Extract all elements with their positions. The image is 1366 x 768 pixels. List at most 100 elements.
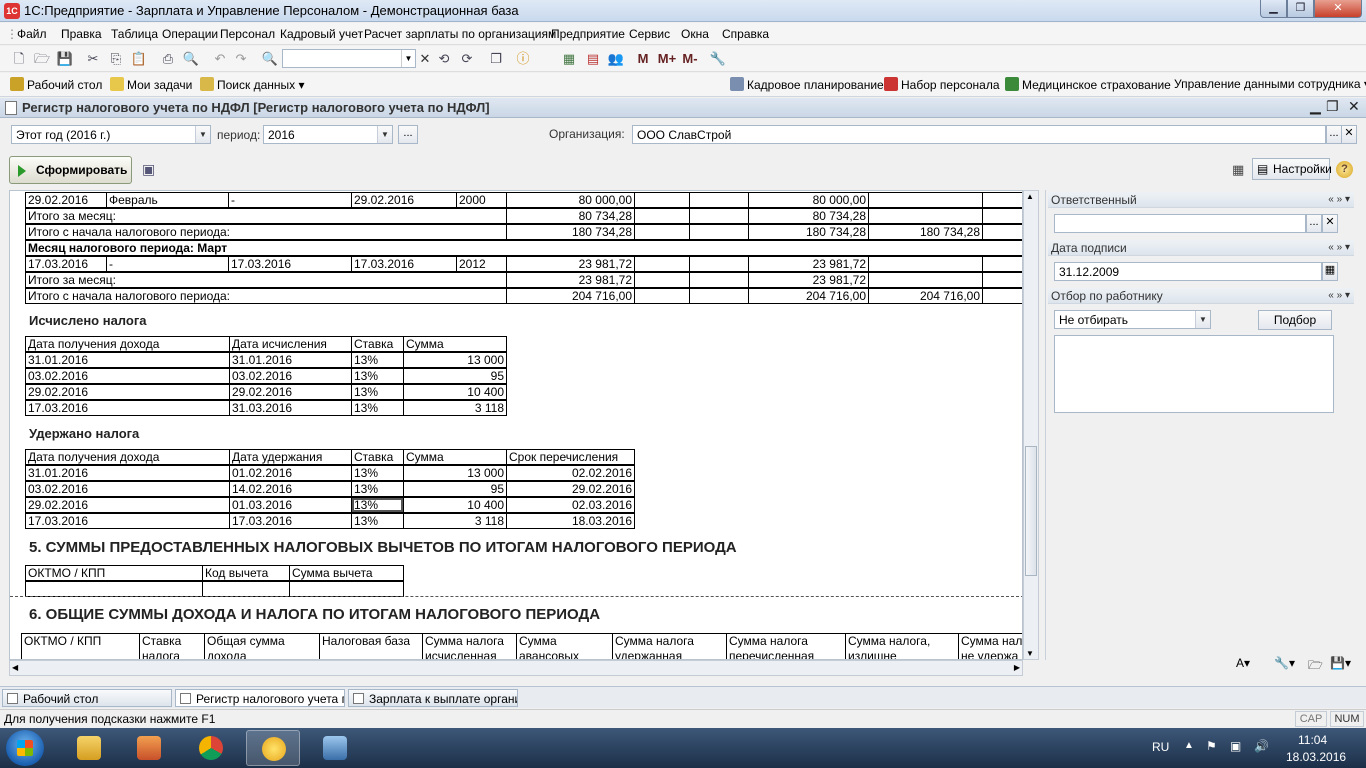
- clear-search-icon[interactable]: ✕: [416, 50, 434, 68]
- undo-icon[interactable]: ↶: [211, 50, 229, 68]
- withheld-cell[interactable]: 13 000: [403, 465, 507, 481]
- empty-cell[interactable]: [689, 272, 749, 288]
- calc-cell[interactable]: 29.02.2016: [25, 384, 230, 400]
- calc-header[interactable]: Сумма: [403, 336, 507, 352]
- volume-icon[interactable]: 🔊: [1254, 739, 1269, 753]
- paste-icon[interactable]: 📋: [130, 50, 148, 68]
- section5-header[interactable]: Код вычета: [202, 565, 290, 581]
- users-icon[interactable]: 👥: [607, 50, 625, 68]
- save-icon[interactable]: 💾: [56, 50, 74, 68]
- search-next-icon[interactable]: ⟳: [458, 50, 476, 68]
- withheld-cell[interactable]: 10 400: [403, 497, 507, 513]
- income-date[interactable]: 29.02.2016: [25, 192, 107, 208]
- section6-header[interactable]: Сумма налога перечисленная: [726, 633, 846, 659]
- doc-close-button[interactable]: ✕: [1348, 98, 1360, 115]
- income-taxable[interactable]: 23 981,72: [748, 256, 869, 272]
- period-total-cumulative[interactable]: 204 716,00: [868, 288, 983, 304]
- search-dropdown-icon[interactable]: ▼: [401, 50, 415, 67]
- employee-filter-select[interactable]: Не отбирать ▼: [1054, 310, 1211, 329]
- collapse-arrows-icon[interactable]: « » ▾: [1328, 192, 1350, 208]
- withheld-header[interactable]: Срок перечисления: [506, 449, 635, 465]
- find-icon[interactable]: 🔍: [261, 50, 279, 68]
- report-horizontal-scrollbar[interactable]: ◀ ▶: [9, 660, 1023, 676]
- income-col7[interactable]: [634, 256, 690, 272]
- employee-list[interactable]: [1054, 335, 1334, 413]
- empty-cell[interactable]: [982, 208, 1022, 224]
- panel-medical-insurance[interactable]: Медицинское страхование: [1005, 77, 1171, 92]
- section6-header[interactable]: Сумма налога исчисленная: [422, 633, 517, 659]
- responsible-field[interactable]: [1054, 214, 1306, 233]
- calc-cell[interactable]: 13 000: [403, 352, 507, 368]
- period-total-cumulative[interactable]: 180 734,28: [868, 224, 983, 240]
- withheld-cell[interactable]: 02.03.2016: [506, 497, 635, 513]
- organization-field[interactable]: ООО СлавСтрой: [632, 125, 1326, 144]
- section6-header[interactable]: Сумма авансовых: [516, 633, 613, 659]
- open-folder-icon[interactable]: 🗁: [1308, 656, 1323, 677]
- calc-cell[interactable]: 3 118: [403, 400, 507, 416]
- clock-time[interactable]: 11:04: [1298, 733, 1327, 747]
- period-total-label[interactable]: Итого с начала налогового периода:: [25, 224, 507, 240]
- period-select[interactable]: 2016 ▼: [263, 125, 393, 144]
- tools-icon[interactable]: 🔧▾: [1274, 656, 1295, 670]
- search-input[interactable]: ▼: [282, 49, 416, 68]
- scroll-down-icon[interactable]: ▼: [1026, 649, 1034, 658]
- report-vertical-scrollbar[interactable]: ▲ ▼: [1023, 190, 1039, 660]
- preview-icon[interactable]: 🔍: [182, 50, 200, 68]
- section6-header[interactable]: Сумма налога удержанная: [612, 633, 727, 659]
- period-preset-select[interactable]: Этот год (2016 г.) ▼: [11, 125, 211, 144]
- calc-cell[interactable]: 03.02.2016: [229, 368, 352, 384]
- section6-header[interactable]: Общая сумма дохода: [204, 633, 320, 659]
- taskbar-explorer[interactable]: [62, 730, 116, 766]
- income-amount[interactable]: 23 981,72: [506, 256, 635, 272]
- collapse-arrows-icon[interactable]: « » ▾: [1328, 288, 1350, 304]
- income-paid-date[interactable]: 29.02.2016: [351, 192, 457, 208]
- help-icon[interactable]: ?: [1336, 161, 1353, 178]
- menu-service[interactable]: Сервис: [629, 27, 670, 41]
- panel-desktop[interactable]: Рабочий стол: [10, 77, 102, 92]
- m-icon[interactable]: M: [634, 50, 652, 68]
- calc-cell[interactable]: 13%: [351, 384, 404, 400]
- income-cumulative[interactable]: [868, 192, 983, 208]
- empty-cell[interactable]: [634, 224, 690, 240]
- scroll-right-icon[interactable]: ▶: [1014, 663, 1020, 672]
- period-total-label[interactable]: Итого с начала налогового периода:: [25, 288, 507, 304]
- variants-icon[interactable]: ▣: [142, 161, 155, 178]
- m-plus-icon[interactable]: M+: [656, 50, 678, 68]
- organization-choose-button[interactable]: ...: [1326, 125, 1342, 144]
- section6-header[interactable]: Ставка налога: [139, 633, 205, 659]
- panel-employee-data[interactable]: Управление данными сотрудника ▾: [1174, 77, 1366, 91]
- calc-cell[interactable]: 31.01.2016: [25, 352, 230, 368]
- copy-icon[interactable]: ⎘: [107, 50, 125, 68]
- organization-clear-button[interactable]: ✕: [1341, 125, 1357, 144]
- flag-icon[interactable]: ⚑: [1206, 739, 1217, 753]
- period-preset-dropdown-icon[interactable]: ▼: [195, 126, 210, 143]
- scroll-left-icon[interactable]: ◀: [12, 663, 18, 672]
- calc-header[interactable]: Ставка: [351, 336, 404, 352]
- empty-cell[interactable]: [689, 288, 749, 304]
- empty-cell[interactable]: [689, 208, 749, 224]
- withheld-cell[interactable]: 14.02.2016: [229, 481, 352, 497]
- tools-icon[interactable]: 🔧: [709, 50, 727, 68]
- section5-cell[interactable]: [289, 581, 404, 597]
- calc-cell[interactable]: 13%: [351, 352, 404, 368]
- windows-icon[interactable]: ❐: [487, 50, 505, 68]
- withheld-cell[interactable]: 3 118: [403, 513, 507, 529]
- income-cumulative[interactable]: [868, 256, 983, 272]
- withheld-cell[interactable]: 01.03.2016: [229, 497, 352, 513]
- scroll-thumb[interactable]: [1025, 446, 1037, 576]
- language-indicator[interactable]: RU: [1152, 740, 1169, 754]
- maximize-button[interactable]: ❐: [1287, 0, 1314, 18]
- doc-minimize-button[interactable]: ▁: [1310, 98, 1321, 115]
- calculator-icon[interactable]: ▦: [560, 50, 578, 68]
- taskbar-chrome[interactable]: [184, 730, 238, 766]
- withheld-cell[interactable]: 29.02.2016: [25, 497, 230, 513]
- withheld-header[interactable]: Дата удержания: [229, 449, 352, 465]
- empty-cell[interactable]: [689, 224, 749, 240]
- withheld-cell[interactable]: 13%: [351, 481, 404, 497]
- panel-recruitment[interactable]: Набор персонала: [884, 77, 1000, 92]
- taskbar-remote[interactable]: [308, 730, 362, 766]
- period-total-taxable[interactable]: 180 734,28: [748, 224, 869, 240]
- income-date[interactable]: 17.03.2016: [25, 256, 107, 272]
- tab-tax-register[interactable]: Регистр налогового учета п...: [175, 689, 345, 707]
- responsible-clear-button[interactable]: ✕: [1322, 214, 1338, 233]
